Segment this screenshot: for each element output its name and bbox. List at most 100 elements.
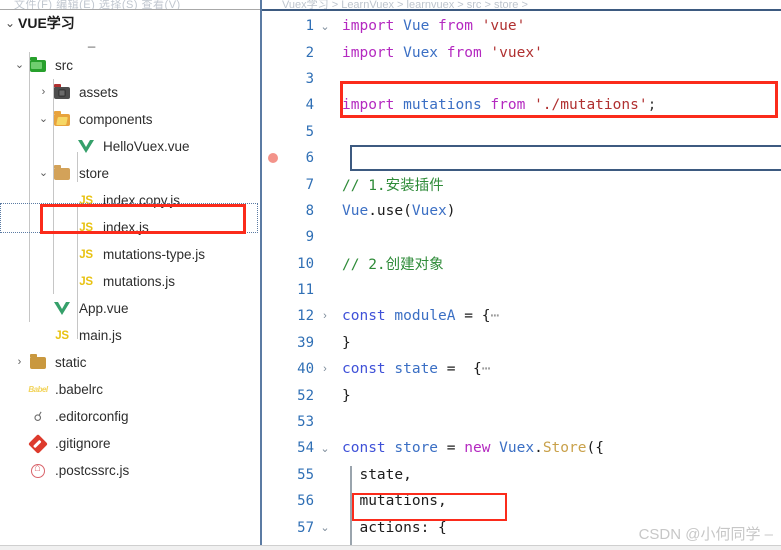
code-line-56[interactable]: 56 mutations,	[262, 488, 781, 514]
fold-open-icon[interactable]: ⌄	[314, 521, 336, 534]
tree-item-label: assets	[79, 85, 119, 100]
line-number: 55	[297, 466, 314, 483]
code-lines[interactable]: 1 ⌄ import Vue from 'vue' 2 import Vuex from…	[262, 11, 781, 541]
collapsed-marker: _	[88, 33, 96, 48]
code-line-40[interactable]: 40 › const state = {⋯	[262, 356, 781, 382]
tree-item-store[interactable]: ⌄ store	[0, 160, 260, 187]
token-kw: import	[342, 18, 404, 35]
tree-item-src[interactable]: ⌄ src	[0, 52, 260, 79]
token-plain: =	[446, 361, 473, 378]
code-line-52[interactable]: 52}	[262, 382, 781, 408]
code-text[interactable]: const store = new Vuex.Store({	[336, 440, 604, 456]
tree-item-mutations-type-js[interactable]: JS mutations-type.js	[0, 241, 260, 268]
project-title: VUE学习	[18, 15, 75, 31]
fold-closed-icon[interactable]: ›	[314, 363, 336, 375]
tree-item-mutations-js[interactable]: JS mutations.js	[0, 268, 260, 295]
line-number: 3	[305, 70, 314, 87]
token-plain: =	[446, 440, 465, 457]
token-kw: import	[342, 44, 404, 61]
git-file-icon	[27, 433, 49, 454]
line-number: 5	[305, 123, 314, 140]
line-number: 56	[297, 493, 314, 510]
code-line-12[interactable]: 12 › const moduleA = {⋯	[262, 303, 781, 329]
tree-item-index-copy-js[interactable]: JS index copy.js	[0, 187, 260, 214]
code-line-53[interactable]: 53	[262, 409, 781, 435]
vscode-window: 文件(F) 编辑(E) 选择(S) 查看(V) ⌄ VUE学习 _ ⌄ src › a…	[0, 0, 781, 550]
tree-item-index-js[interactable]: JS index.js	[0, 214, 260, 241]
tree-item-main-js[interactable]: JS main.js	[0, 322, 260, 349]
tree-item-app-vue[interactable]: App.vue	[0, 295, 260, 322]
code-line-55[interactable]: 55 state,	[262, 462, 781, 488]
code-line-11[interactable]: 11	[262, 277, 781, 303]
code-text[interactable]: const moduleA = {⋯	[336, 308, 499, 324]
line-number: 10	[297, 255, 314, 272]
fold-open-icon[interactable]: ⌄	[314, 442, 336, 455]
code-text[interactable]: Vue.use(Vuex)	[336, 203, 456, 219]
line-number: 6	[305, 150, 314, 167]
chevron-right-icon[interactable]: ›	[36, 87, 51, 98]
token-ident: Vue	[342, 202, 369, 219]
token-str: 'vue'	[481, 18, 526, 35]
tree-item-label: static	[55, 355, 87, 370]
code-line-39[interactable]: 39}	[262, 330, 781, 356]
chevron-down-icon[interactable]: ⌄	[36, 114, 51, 125]
breadcrumb-bar[interactable]: Vuex学习 > LearnVuex > learnvuex > src > s…	[262, 0, 781, 11]
token-str: 'vuex'	[490, 44, 543, 61]
tree-item-label: HelloVuex.vue	[103, 139, 190, 154]
chevron-right-icon[interactable]: ›	[12, 357, 27, 368]
tree-item-label: index.js	[103, 220, 149, 235]
tree-item-postcssrc-js[interactable]: .postcssrc.js	[0, 457, 260, 484]
token-ident: mutations	[403, 97, 491, 114]
tree-item-babelrc[interactable]: Babel .babelrc	[0, 376, 260, 403]
tree-item-label: store	[79, 166, 110, 181]
code-line-6[interactable]: 6	[262, 145, 781, 171]
tree-item-editorconfig[interactable]: ☌ .editorconfig	[0, 403, 260, 430]
line-number: 11	[297, 282, 314, 299]
code-line-1[interactable]: 1 ⌄ import Vue from 'vue'	[262, 13, 781, 39]
tree-item-hellovuex-vue[interactable]: HelloVuex.vue	[0, 133, 260, 160]
code-line-5[interactable]: 5	[262, 119, 781, 145]
code-line-9[interactable]: 9	[262, 224, 781, 250]
js-file-icon: JS	[79, 275, 93, 288]
code-text[interactable]: mutations,	[336, 493, 446, 509]
breadcrumb[interactable]: Vuex学习 > LearnVuex > learnvuex > src > s…	[282, 0, 528, 9]
menu-bar-sliver: 文件(F) 编辑(E) 选择(S) 查看(V)	[0, 0, 260, 10]
code-text[interactable]: import mutations from './mutations';	[336, 97, 656, 113]
tree-item-assets[interactable]: › assets	[0, 79, 260, 106]
code-text[interactable]: const state = {⋯	[336, 361, 490, 377]
code-text[interactable]: import Vue from 'vue'	[336, 18, 525, 34]
code-line-54[interactable]: 54 ⌄ const store = new Vuex.Store({	[262, 435, 781, 461]
code-text[interactable]: // 2.创建对象	[336, 253, 444, 274]
code-line-3[interactable]: 3	[262, 66, 781, 92]
fold-closed-icon[interactable]: ›	[314, 310, 336, 322]
chevron-down-icon[interactable]: ⌄	[2, 16, 18, 30]
folder-brown-icon	[27, 353, 49, 369]
tree-item-label: .editorconfig	[55, 409, 129, 424]
chevron-down-icon[interactable]: ⌄	[36, 168, 51, 179]
token-cmt: // 1.安装插件	[342, 178, 444, 195]
breakpoint-icon[interactable]	[262, 153, 284, 164]
token-ellip: ⋯	[481, 361, 491, 378]
code-line-4[interactable]: 4 import mutations from './mutations';	[262, 92, 781, 118]
chevron-down-icon[interactable]: ⌄	[12, 60, 27, 71]
code-text[interactable]: // 1.安装插件	[336, 174, 444, 195]
code-text[interactable]: }	[336, 388, 351, 404]
code-text[interactable]: state,	[336, 467, 411, 483]
token-kw2: const	[342, 440, 395, 457]
code-line-2[interactable]: 2 import Vuex from 'vuex'	[262, 39, 781, 65]
code-text[interactable]: }	[336, 335, 351, 351]
code-line-8[interactable]: 8 Vue.use(Vuex)	[262, 198, 781, 224]
project-root-row[interactable]: ⌄ VUE学习	[0, 10, 260, 36]
code-editor-pane: Vuex学习 > LearnVuex > learnvuex > src > s…	[262, 0, 781, 550]
line-number: 53	[297, 414, 314, 431]
tree-item-static[interactable]: › static	[0, 349, 260, 376]
code-line-7[interactable]: 7 // 1.安装插件	[262, 171, 781, 197]
token-punc: ;	[647, 97, 657, 114]
code-line-10[interactable]: 10 // 2.创建对象	[262, 251, 781, 277]
tree-item-components[interactable]: ⌄ components	[0, 106, 260, 133]
code-text[interactable]: actions: {	[336, 520, 446, 536]
line-number: 8	[305, 202, 314, 219]
code-text[interactable]: import Vuex from 'vuex'	[336, 45, 543, 61]
tree-item-gitignore[interactable]: .gitignore	[0, 430, 260, 457]
fold-open-icon[interactable]: ⌄	[314, 20, 336, 33]
